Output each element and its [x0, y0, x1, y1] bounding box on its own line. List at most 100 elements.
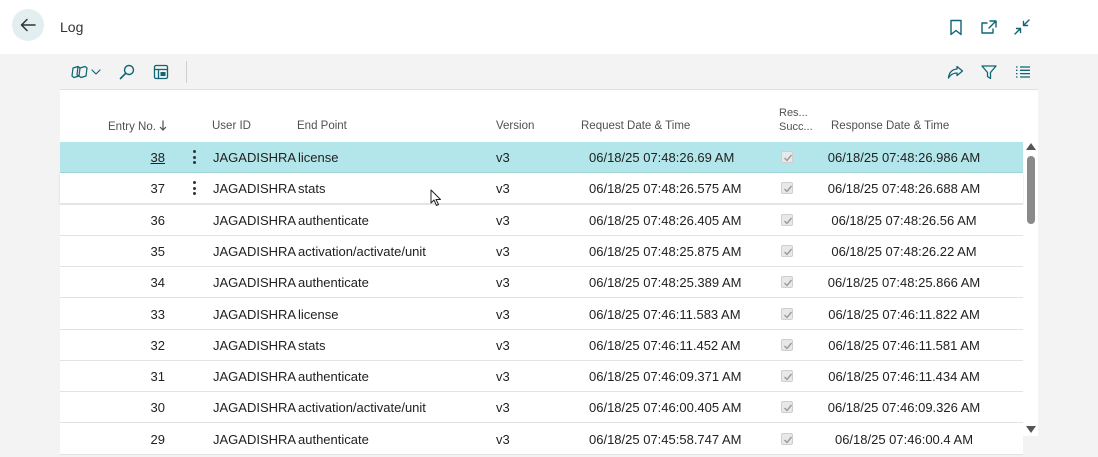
entry-no-cell[interactable]: 29: [105, 432, 165, 447]
entry-no-cell[interactable]: 37: [105, 181, 165, 196]
list-view-icon: [1016, 66, 1030, 78]
row-actions-menu-icon[interactable]: [190, 148, 198, 166]
table-row[interactable]: 29 JAGADISHRA authenticate v3 06/18/25 07:45…: [60, 423, 1023, 455]
bookmark-icon: [950, 19, 962, 35]
table-row[interactable]: 34 JAGADISHRA authenticate v3 06/18/25 07:48…: [60, 267, 1023, 299]
response-success-checkbox: [781, 213, 793, 226]
version-cell: v3: [496, 275, 510, 291]
share-button[interactable]: [946, 62, 964, 82]
end-point-cell: stats: [298, 337, 326, 353]
response-success-checkbox: [781, 151, 793, 163]
version-cell: v3: [496, 150, 510, 165]
analyze-dropdown-button[interactable]: [70, 62, 102, 82]
user-id-cell: JAGADISHRA: [213, 400, 297, 416]
end-point-cell: authenticate: [298, 212, 369, 228]
list-view-button[interactable]: [1014, 62, 1032, 82]
version-cell: v3: [496, 212, 510, 228]
mouse-cursor-icon: [430, 189, 441, 206]
share-icon: [947, 65, 963, 79]
end-point-cell: activation/activate/unit: [298, 400, 426, 416]
user-id-cell: JAGADISHRA: [213, 181, 297, 197]
filter-button[interactable]: [980, 62, 998, 82]
response-date-time-cell: 06/18/25 07:46:00.4 AM: [834, 431, 974, 447]
bookmark-button[interactable]: [946, 17, 966, 37]
response-success-checkbox: [781, 307, 793, 320]
back-button[interactable]: [12, 9, 44, 41]
response-success-checkbox: [781, 182, 793, 195]
page-header: Log: [0, 0, 1098, 54]
table-row[interactable]: 30 JAGADISHRA activation/activate/unit v3 06…: [60, 392, 1023, 424]
table-row[interactable]: 38 JAGADISHRA license v3 06/18/25 07:48:26.6…: [60, 142, 1023, 173]
toolbar: [60, 54, 1038, 90]
scroll-up-arrow-icon[interactable]: [1026, 143, 1036, 150]
request-date-time-cell: 06/18/25 07:45:58.747 AM: [589, 431, 742, 447]
response-success-checkbox: [781, 401, 793, 414]
response-date-time-cell: 06/18/25 07:48:26.986 AM: [827, 150, 981, 165]
response-date-time-cell: 06/18/25 07:48:26.22 AM: [831, 243, 977, 259]
column-header-request-date-time[interactable]: Request Date & Time: [581, 120, 690, 132]
request-date-time-cell: 06/18/25 07:48:25.389 AM: [589, 275, 742, 291]
version-cell: v3: [496, 369, 510, 385]
entry-no-cell[interactable]: 34: [105, 275, 165, 290]
row-actions-menu-icon[interactable]: [190, 179, 198, 197]
column-header-end-point[interactable]: End Point: [297, 120, 347, 132]
response-date-time-cell: 06/18/25 07:48:26.688 AM: [827, 181, 981, 197]
open-in-new-window-button[interactable]: [979, 17, 999, 37]
edit-list-button[interactable]: [152, 62, 170, 82]
page-title: Log: [60, 19, 84, 35]
request-date-time-cell: 06/18/25 07:48:26.575 AM: [589, 181, 742, 197]
table-row[interactable]: 31 JAGADISHRA authenticate v3 06/18/25 07:46…: [60, 361, 1023, 393]
request-date-time-cell: 06/18/25 07:46:00.405 AM: [589, 400, 742, 416]
end-point-cell: license: [298, 306, 339, 322]
sort-descending-icon: [159, 120, 167, 131]
column-header-user-id[interactable]: User ID: [212, 120, 251, 132]
response-success-checkbox: [781, 244, 793, 257]
scrollbar-thumb[interactable]: [1027, 156, 1035, 224]
entry-no-cell[interactable]: 30: [105, 400, 165, 415]
user-id-cell: JAGADISHRA: [213, 431, 297, 447]
table-row[interactable]: 33 JAGADISHRA license v3 06/18/25 07:46:11.5…: [60, 298, 1023, 330]
request-date-time-cell: 06/18/25 07:48:26.405 AM: [589, 212, 742, 228]
search-button[interactable]: [118, 62, 136, 82]
response-date-time-cell: 06/18/25 07:46:11.434 AM: [828, 369, 980, 385]
response-date-time-cell: 06/18/25 07:46:09.326 AM: [827, 400, 981, 416]
collapse-button[interactable]: [1012, 17, 1032, 37]
response-success-checkbox: [781, 338, 793, 351]
table-row[interactable]: 32 JAGADISHRA stats v3 06/18/25 07:46:11.452…: [60, 329, 1023, 361]
version-cell: v3: [496, 243, 510, 259]
scroll-down-arrow-icon[interactable]: [1026, 426, 1036, 433]
version-cell: v3: [496, 337, 510, 353]
column-header-response-date-time[interactable]: Response Date & Time: [831, 120, 949, 132]
response-success-checkbox: [781, 370, 793, 383]
entry-no-cell[interactable]: 38: [105, 150, 165, 165]
response-date-time-cell: 06/18/25 07:48:25.866 AM: [827, 275, 981, 291]
end-point-cell: authenticate: [298, 431, 369, 447]
response-date-time-cell: 06/18/25 07:46:11.822 AM: [828, 306, 980, 322]
entry-no-cell[interactable]: 32: [105, 338, 165, 353]
column-header-version[interactable]: Version: [496, 120, 534, 132]
entry-no-cell[interactable]: 31: [105, 369, 165, 384]
version-cell: v3: [496, 181, 510, 197]
open-in-new-window-icon: [981, 20, 997, 34]
end-point-cell: stats: [298, 181, 326, 197]
version-cell: v3: [496, 431, 510, 447]
column-header-entry-no[interactable]: Entry No.: [108, 120, 167, 133]
table-row[interactable]: 35 JAGADISHRA activation/activate/unit v3 06…: [60, 235, 1023, 267]
search-icon: [119, 64, 135, 80]
end-point-cell: authenticate: [298, 369, 369, 385]
version-cell: v3: [496, 306, 510, 322]
user-id-cell: JAGADISHRA: [213, 369, 297, 385]
end-point-cell: authenticate: [298, 275, 369, 291]
user-id-cell: JAGADISHRA: [213, 306, 297, 322]
response-date-time-cell: 06/18/25 07:48:26.56 AM: [831, 212, 977, 228]
response-success-checkbox: [781, 276, 793, 289]
entry-no-cell[interactable]: 33: [105, 307, 165, 322]
entry-no-cell[interactable]: 36: [105, 213, 165, 228]
arrow-left-icon: [20, 18, 36, 32]
table-row[interactable]: 36 JAGADISHRA authenticate v3 06/18/25 07:48…: [60, 204, 1023, 236]
response-success-checkbox: [781, 432, 793, 445]
request-date-time-cell: 06/18/25 07:46:09.371 AM: [589, 369, 742, 385]
entry-no-cell[interactable]: 35: [105, 244, 165, 259]
column-header-response-success[interactable]: Res... Succ...: [779, 106, 813, 134]
table-row[interactable]: 37 JAGADISHRA stats v3 06/18/25 07:48:26.575…: [60, 173, 1023, 205]
